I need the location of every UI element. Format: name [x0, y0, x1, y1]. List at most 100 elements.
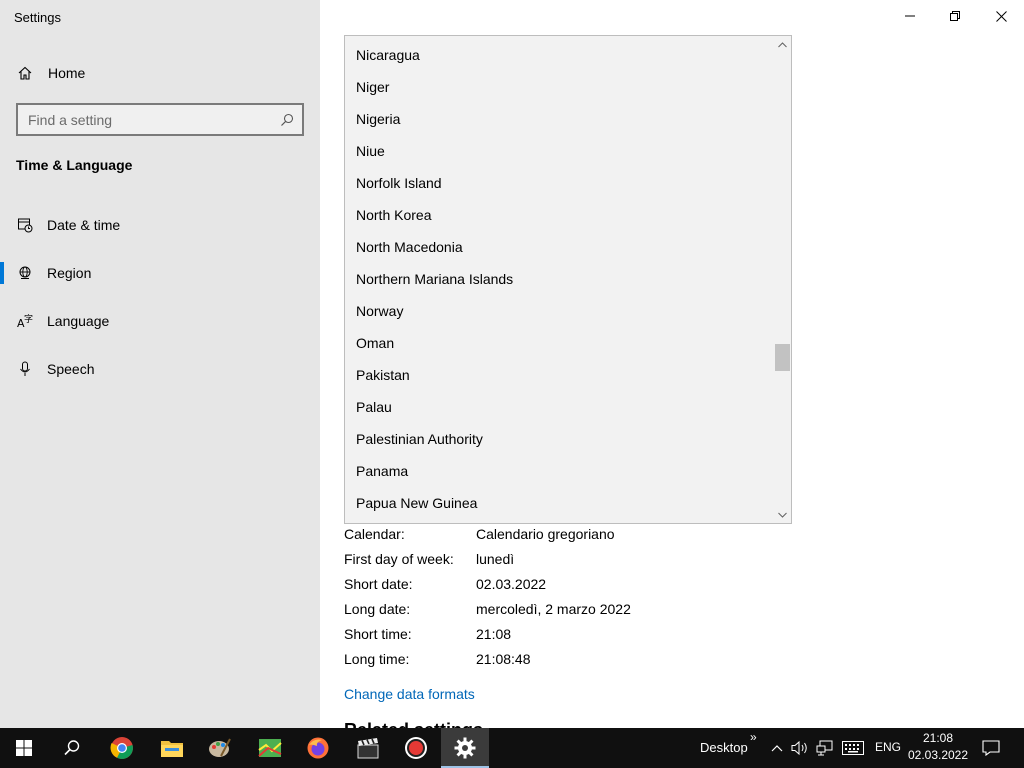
- svg-text:字: 字: [24, 313, 33, 325]
- firefox-app-button[interactable]: [294, 728, 342, 768]
- clapperboard-icon: [357, 738, 379, 759]
- sidebar-item-label: Language: [47, 313, 110, 329]
- clock-date: 02.03.2022: [907, 748, 969, 762]
- network-icon: [816, 740, 833, 756]
- home-nav-item[interactable]: Home: [0, 53, 320, 93]
- scroll-down-button[interactable]: [774, 506, 791, 523]
- format-key: Short date:: [344, 576, 413, 592]
- dropdown-scrollbar[interactable]: [774, 36, 791, 523]
- video-editor-button[interactable]: [344, 728, 392, 768]
- restore-icon: [950, 11, 960, 21]
- home-label: Home: [48, 65, 86, 81]
- list-item[interactable]: North Macedonia: [345, 231, 775, 263]
- settings-app-button[interactable]: [441, 728, 489, 768]
- show-hidden-icons-button[interactable]: [767, 738, 787, 758]
- scroll-up-button[interactable]: [774, 36, 791, 53]
- format-value: mercoledì, 2 marzo 2022: [476, 601, 631, 617]
- minimize-icon: [905, 15, 915, 17]
- start-button[interactable]: [0, 728, 48, 768]
- home-icon: [17, 65, 33, 81]
- file-explorer-button[interactable]: [148, 728, 196, 768]
- section-title: Time & Language: [16, 157, 133, 173]
- microphone-icon: [17, 361, 33, 377]
- list-item[interactable]: Papua New Guinea: [345, 487, 775, 519]
- search-icon: [64, 740, 80, 756]
- clock-time: 21:08: [922, 731, 954, 745]
- list-item[interactable]: Nigeria: [345, 103, 775, 135]
- sidebar-item-label: Speech: [47, 361, 95, 377]
- paint-app-button[interactable]: [196, 728, 244, 768]
- input-language-indicator[interactable]: ENG: [875, 740, 901, 754]
- windows-start-icon: [16, 740, 32, 756]
- map-app-button[interactable]: [246, 728, 294, 768]
- find-setting-search[interactable]: [16, 103, 304, 136]
- format-value: lunedì: [476, 551, 515, 567]
- network-button[interactable]: [815, 738, 835, 758]
- list-item[interactable]: Palau: [345, 391, 775, 423]
- list-item[interactable]: Nicaragua: [345, 39, 775, 71]
- list-item[interactable]: Palestinian Authority: [345, 423, 775, 455]
- list-item[interactable]: North Korea: [345, 199, 775, 231]
- desktop-toolbar-label[interactable]: Desktop: [700, 740, 748, 755]
- toolbar-expand-icon[interactable]: »: [750, 730, 757, 744]
- speaker-icon: [791, 740, 807, 756]
- sidebar-item-label: Date & time: [47, 217, 121, 233]
- list-item[interactable]: Norfolk Island: [345, 167, 775, 199]
- sidebar-item-speech[interactable]: Speech: [0, 349, 320, 389]
- format-value: 21:08: [476, 626, 512, 642]
- sidebar-item-language[interactable]: A字 Language: [0, 301, 320, 341]
- palette-icon: [209, 738, 231, 757]
- map-icon: [258, 739, 282, 757]
- format-key: Calendar:: [344, 526, 405, 542]
- close-button[interactable]: [978, 0, 1024, 32]
- format-value: 21:08:48: [476, 651, 531, 667]
- firefox-icon: [307, 737, 329, 759]
- app-title: Settings: [14, 10, 61, 25]
- country-dropdown-list[interactable]: Nicaragua Niger Nigeria Niue Norfolk Isl…: [344, 35, 792, 524]
- restore-button[interactable]: [932, 0, 978, 32]
- sidebar-item-label: Region: [47, 265, 92, 281]
- gear-icon: [454, 737, 476, 759]
- format-key: Long date:: [344, 601, 411, 617]
- search-icon[interactable]: [279, 112, 295, 128]
- list-item[interactable]: Niue: [345, 135, 775, 167]
- taskbar-clock[interactable]: 21:08 02.03.2022: [906, 730, 970, 764]
- format-key: Long time:: [344, 651, 410, 667]
- format-key: Short time:: [344, 626, 412, 642]
- related-settings-heading: Related settings: [344, 720, 483, 728]
- folder-icon: [161, 741, 183, 757]
- chevron-down-icon: [778, 512, 787, 518]
- list-item[interactable]: Norway: [345, 295, 775, 327]
- notification-icon: [982, 740, 1000, 756]
- touch-keyboard-button[interactable]: [841, 738, 865, 758]
- chrome-icon: [110, 737, 133, 759]
- keyboard-icon: [842, 741, 864, 755]
- taskbar: Desktop » ENG 21:08 02.03.2022: [0, 728, 1024, 768]
- format-value: 02.03.2022: [476, 576, 547, 592]
- minimize-button[interactable]: [887, 0, 933, 32]
- calendar-clock-icon: [17, 217, 33, 233]
- search-input[interactable]: [28, 111, 268, 129]
- record-icon: [405, 737, 427, 759]
- chevron-up-icon: [778, 41, 787, 47]
- list-item[interactable]: Niger: [345, 71, 775, 103]
- globe-icon: [17, 265, 33, 281]
- change-data-formats-link[interactable]: Change data formats: [344, 686, 475, 702]
- settings-sidebar: Settings Home Time & Language Date & tim…: [0, 0, 320, 728]
- list-item[interactable]: Panama: [345, 455, 775, 487]
- list-item[interactable]: Northern Mariana Islands: [345, 263, 775, 295]
- scrollbar-thumb[interactable]: [775, 344, 790, 371]
- sidebar-item-region[interactable]: Region: [0, 253, 320, 293]
- taskbar-search-button[interactable]: [48, 728, 96, 768]
- list-item[interactable]: Oman: [345, 327, 775, 359]
- format-key: First day of week:: [344, 551, 454, 567]
- chrome-app-button[interactable]: [98, 728, 146, 768]
- format-value: Calendario gregoriano: [476, 526, 615, 542]
- close-icon: [995, 10, 1007, 22]
- language-icon: A字: [17, 313, 33, 329]
- volume-button[interactable]: [790, 738, 810, 758]
- sidebar-item-date-time[interactable]: Date & time: [0, 205, 320, 245]
- list-item[interactable]: Pakistan: [345, 359, 775, 391]
- recorder-app-button[interactable]: [392, 728, 440, 768]
- action-center-button[interactable]: [981, 738, 1001, 758]
